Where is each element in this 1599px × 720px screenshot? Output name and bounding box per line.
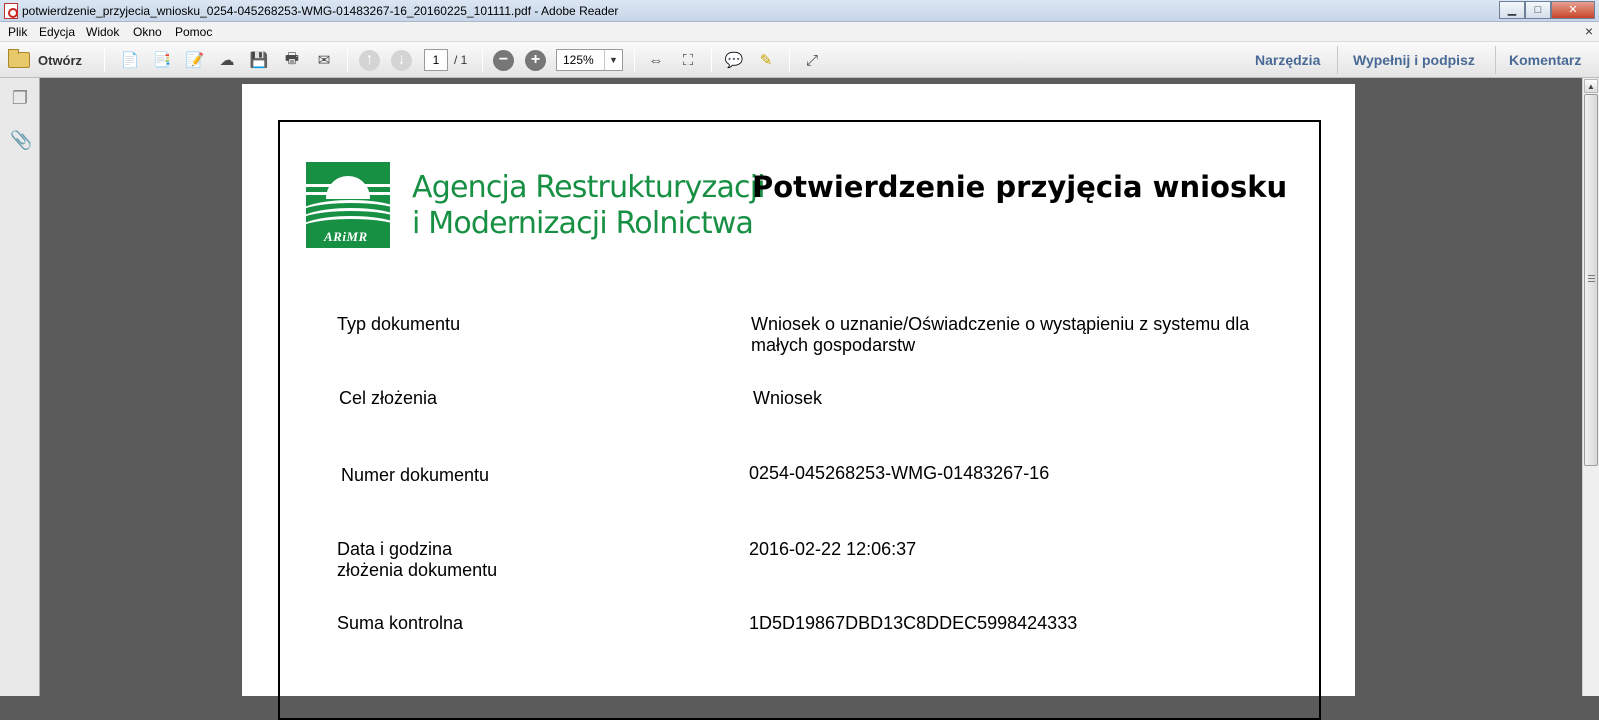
- page-number-input[interactable]: 1: [424, 49, 448, 71]
- document-title: Potwierdzenie przyjęcia wniosku: [752, 170, 1288, 204]
- fit-width-icon[interactable]: ⇔: [645, 49, 667, 71]
- logo-stripe: [306, 192, 390, 195]
- submission-datetime-value: 2016-02-22 12:06:37: [749, 539, 917, 559]
- arimr-logo: ARiMR: [306, 162, 390, 248]
- fill-sign-pane-link[interactable]: Wypełnij i podpisz: [1353, 52, 1475, 68]
- toolbar-separator: [711, 48, 712, 72]
- zoom-select[interactable]: 125% ▼: [556, 49, 623, 71]
- toolbar-separator: [789, 48, 790, 72]
- full-screen-icon[interactable]: ⤢: [801, 49, 823, 71]
- folder-icon: [8, 49, 30, 68]
- document-number-value: 0254-045268253-WMG-01483267-16: [749, 463, 1050, 483]
- close-document-icon[interactable]: ×: [1585, 23, 1593, 39]
- toolbar-separator: [634, 48, 635, 72]
- zoom-out-button[interactable]: −: [493, 50, 514, 71]
- logo-stripe: [306, 184, 390, 187]
- create-pdf-icon[interactable]: 📄: [119, 49, 141, 71]
- sticky-note-icon[interactable]: 💬: [723, 49, 745, 71]
- maximize-button[interactable]: □: [1525, 1, 1551, 19]
- document-type-label: Typ dokumentu: [337, 314, 461, 334]
- zoom-value: 125%: [563, 53, 594, 67]
- edit-pdf-icon[interactable]: 📝: [184, 49, 206, 71]
- open-button[interactable]: Otwórz: [8, 49, 82, 71]
- previous-page-button[interactable]: ↑: [359, 50, 380, 71]
- grip-icon: [1588, 275, 1595, 282]
- agency-name-line2: i Modernizacji Rolnictwa: [412, 206, 754, 241]
- scroll-up-icon[interactable]: ▲: [1584, 79, 1598, 93]
- close-window-button[interactable]: ✕: [1551, 1, 1595, 19]
- minimize-button[interactable]: ▁: [1499, 1, 1525, 19]
- highlight-icon[interactable]: ✎: [755, 49, 777, 71]
- submission-purpose-value: Wniosek: [753, 388, 823, 408]
- email-icon[interactable]: ✉: [313, 49, 335, 71]
- comment-pane-link[interactable]: Komentarz: [1509, 52, 1581, 68]
- menu-help[interactable]: Pomoc: [175, 25, 212, 39]
- next-page-button[interactable]: ↓: [391, 50, 412, 71]
- toolbar-separator: [104, 48, 105, 72]
- pages-icon[interactable]: ❐: [10, 88, 30, 110]
- document-type-value-line1: Wniosek o uznanie/Oświadczenie o wystąpi…: [751, 314, 1250, 334]
- upload-cloud-icon[interactable]: ☁: [216, 49, 238, 71]
- menu-view[interactable]: Widok: [86, 25, 119, 39]
- logo-abbreviation: ARiMR: [324, 229, 368, 244]
- print-icon[interactable]: 🖶: [281, 49, 303, 71]
- toolbar-separator: [1495, 46, 1496, 74]
- agency-name-line1: Agencja Restrukturyzacji: [412, 170, 766, 205]
- toolbar-separator: [482, 48, 483, 72]
- vertical-scrollbar[interactable]: ▲: [1582, 78, 1599, 696]
- submission-datetime-label-line1: Data i godzina: [337, 539, 453, 559]
- document-frame: ARiMR Agencja Restrukturyzacji i Moderni…: [278, 120, 1321, 720]
- tools-pane-link[interactable]: Narzędzia: [1255, 52, 1320, 68]
- toolbar: Otwórz 📄 📑 📝 ☁ 💾 🖶 ✉ ↑ ↓ 1 / 1 − + 125% …: [0, 42, 1599, 78]
- export-pdf-icon[interactable]: 📑: [151, 49, 173, 71]
- zoom-in-button[interactable]: +: [525, 50, 546, 71]
- paperclip-icon[interactable]: 📎: [10, 130, 32, 152]
- menu-bar: Plik Edycja Widok Okno Pomoc ×: [0, 22, 1599, 42]
- fit-page-icon[interactable]: ⛶: [677, 49, 699, 71]
- checksum-value: 1D5D19867DBD13C8DDEC5998424333: [749, 613, 1078, 633]
- submission-datetime-label: Data i godzina złożenia dokumentu: [337, 539, 497, 581]
- chevron-down-icon[interactable]: ▼: [604, 50, 622, 70]
- checksum-label: Suma kontrolna: [337, 613, 464, 633]
- scroll-thumb[interactable]: [1584, 94, 1598, 466]
- agency-name: Agencja Restrukturyzacji i Modernizacji …: [412, 170, 766, 242]
- submission-datetime-label-line2: złożenia dokumentu: [337, 560, 498, 580]
- submission-purpose-label: Cel złożenia: [339, 388, 438, 408]
- open-label: Otwórz: [38, 52, 83, 68]
- title-bar: potwierdzenie_przyjecia_wniosku_0254-045…: [0, 0, 1599, 22]
- navigation-panel: ❐ 📎: [0, 78, 40, 696]
- page-total: / 1: [454, 53, 468, 67]
- save-icon[interactable]: 💾: [248, 49, 270, 71]
- window-controls: ▁ □ ✕: [1499, 1, 1595, 19]
- toolbar-separator: [1337, 46, 1338, 74]
- pdf-file-icon: [4, 3, 18, 19]
- menu-window[interactable]: Okno: [133, 25, 162, 39]
- toolbar-separator: [347, 48, 348, 72]
- document-page: ARiMR Agencja Restrukturyzacji i Moderni…: [242, 84, 1355, 720]
- document-type-value-line2: małych gospodarstw: [751, 335, 916, 355]
- menu-edit[interactable]: Edycja: [39, 25, 75, 39]
- menu-file[interactable]: Plik: [8, 25, 27, 39]
- window-title: potwierdzenie_przyjecia_wniosku_0254-045…: [22, 4, 619, 18]
- document-number-label: Numer dokumentu: [341, 465, 490, 485]
- document-type-value: Wniosek o uznanie/Oświadczenie o wystąpi…: [751, 314, 1291, 356]
